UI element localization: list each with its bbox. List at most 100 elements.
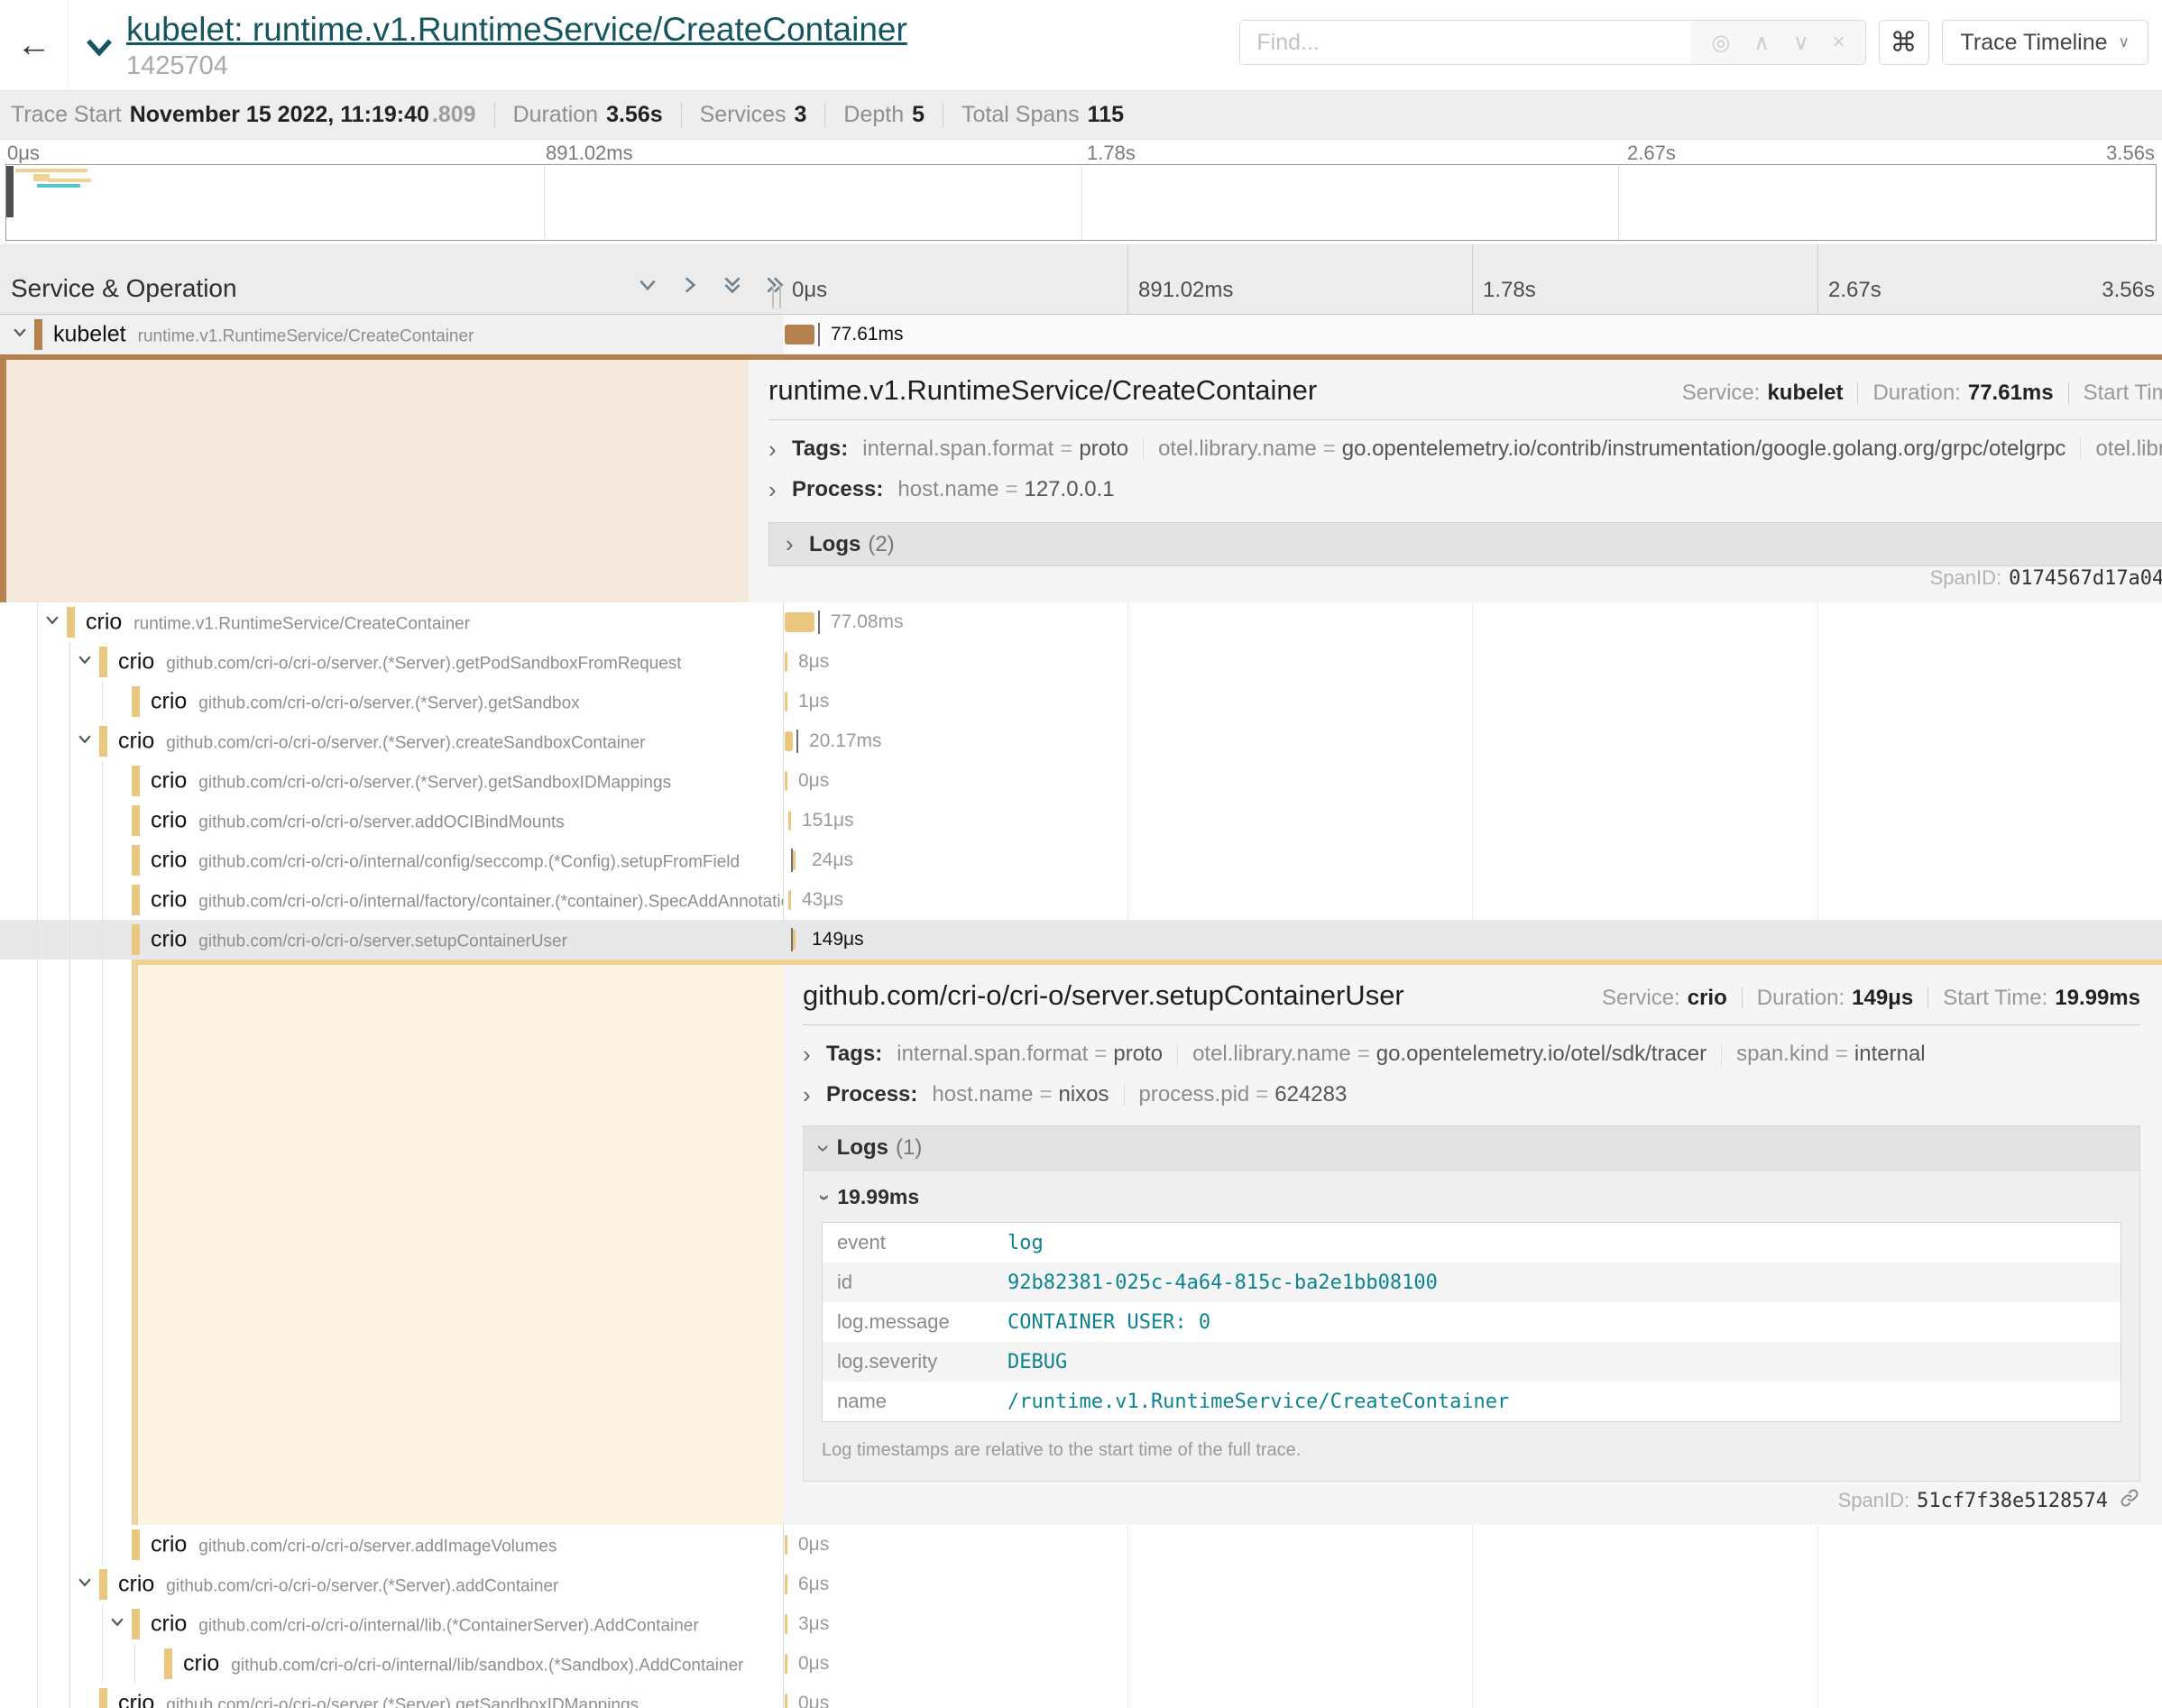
back-button[interactable]: ← (0, 0, 69, 90)
span-duration-bar[interactable] (785, 1535, 787, 1555)
log-field-key: name (823, 1390, 1007, 1413)
chevron-down-icon[interactable] (108, 1613, 126, 1636)
span-duration-bar[interactable] (785, 1575, 787, 1594)
span-timeline-cell[interactable]: 0μs (783, 1644, 2162, 1684)
span-timeline-cell[interactable]: 3μs (783, 1604, 2162, 1644)
chevron-down-icon[interactable] (76, 1574, 94, 1596)
link-icon[interactable] (2119, 1487, 2140, 1514)
span-timeline-cell[interactable]: 43μs (783, 880, 2162, 920)
span-timeline-cell[interactable]: 0μs (783, 1684, 2162, 1708)
log-entry-toggle[interactable]: › 19.99ms (822, 1185, 2121, 1209)
span-row[interactable]: crio github.com/cri-o/cri-o/server.addIm… (0, 1525, 2162, 1565)
timeline-minimap[interactable]: 0μs891.02ms1.78s2.67s3.56s (0, 140, 2162, 244)
logs-collapsed-bar[interactable]: › Logs (2) (768, 522, 2162, 566)
span-timeline-cell[interactable]: 0μs (783, 761, 2162, 801)
chevron-down-icon[interactable] (76, 651, 94, 674)
locate-icon[interactable]: ◎ (1711, 30, 1730, 56)
span-timeline-cell[interactable]: 77.61ms (783, 315, 2162, 354)
span-duration-bar[interactable] (793, 850, 796, 870)
span-row[interactable]: crio runtime.v1.RuntimeService/CreateCon… (0, 602, 2162, 642)
span-duration-bar[interactable] (788, 811, 791, 831)
trace-title-link[interactable]: kubelet: runtime.v1.RuntimeService/Creat… (126, 11, 907, 50)
span-duration-bar[interactable] (785, 1654, 787, 1674)
span-name-cell[interactable]: crio github.com/cri-o/cri-o/server.(*Ser… (0, 721, 783, 761)
span-name-cell[interactable]: crio github.com/cri-o/cri-o/server.(*Ser… (0, 1565, 783, 1604)
indent-guide (102, 1644, 103, 1684)
span-name-cell[interactable]: crio github.com/cri-o/cri-o/internal/con… (0, 840, 783, 880)
span-duration-bar[interactable] (788, 890, 791, 910)
span-timeline-cell[interactable]: 149μs (783, 920, 2162, 960)
span-name-cell[interactable]: crio github.com/cri-o/cri-o/server.(*Ser… (0, 642, 783, 682)
span-row[interactable]: crio github.com/cri-o/cri-o/server.(*Ser… (0, 721, 2162, 761)
span-timeline-cell[interactable]: 0μs (783, 1525, 2162, 1565)
span-row[interactable]: crio github.com/cri-o/cri-o/server.addOC… (0, 801, 2162, 840)
span-row[interactable]: crio github.com/cri-o/cri-o/server.(*Ser… (0, 642, 2162, 682)
collapse-trace-chevron-icon[interactable] (85, 36, 114, 62)
service-name: crio (118, 1572, 154, 1598)
span-row[interactable]: crio github.com/cri-o/cri-o/internal/lib… (0, 1644, 2162, 1684)
logs-header-bar[interactable]: › Logs (1) (804, 1126, 2139, 1171)
span-name-cell[interactable]: crio github.com/cri-o/cri-o/internal/fac… (0, 880, 783, 920)
tags-row[interactable]: › Tags: internal.span.format=protootel.l… (768, 435, 2162, 464)
span-name-cell[interactable]: crio github.com/cri-o/cri-o/internal/lib… (0, 1604, 783, 1644)
chevron-down-icon[interactable] (11, 324, 29, 346)
keyboard-shortcuts-button[interactable]: ⌘ (1879, 20, 1929, 65)
span-timeline-cell[interactable]: 151μs (783, 801, 2162, 840)
find-input[interactable] (1240, 21, 1691, 64)
next-result-icon[interactable]: ∨ (1793, 30, 1809, 56)
span-row[interactable]: crio github.com/cri-o/cri-o/internal/fac… (0, 880, 2162, 920)
span-timeline-cell[interactable]: 6μs (783, 1565, 2162, 1604)
span-duration-bar[interactable] (785, 771, 787, 791)
tags-row[interactable]: › Tags: internal.span.format=protootel.l… (803, 1040, 2140, 1069)
span-row[interactable]: kubelet runtime.v1.RuntimeService/Create… (0, 315, 2162, 354)
minimap-canvas[interactable] (5, 164, 2157, 241)
span-timeline-cell[interactable]: 1μs (783, 682, 2162, 721)
span-duration-bar[interactable] (785, 325, 814, 344)
expand-one-icon[interactable] (678, 273, 702, 301)
span-name-cell[interactable]: crio github.com/cri-o/cri-o/server.(*Ser… (0, 761, 783, 801)
span-row[interactable]: crio github.com/cri-o/cri-o/server.(*Ser… (0, 761, 2162, 801)
process-row[interactable]: › Process: host.name=127.0.0.1 (768, 475, 2162, 504)
view-selector-button[interactable]: Trace Timeline ∨ (1942, 20, 2148, 65)
span-name-cell[interactable]: crio github.com/cri-o/cri-o/server.(*Ser… (0, 1684, 783, 1708)
span-row[interactable]: crio github.com/cri-o/cri-o/internal/con… (0, 840, 2162, 880)
span-timeline-cell[interactable]: 24μs (783, 840, 2162, 880)
span-timeline-cell[interactable]: 8μs (783, 642, 2162, 682)
process-row[interactable]: › Process: host.name=nixosprocess.pid=62… (803, 1080, 2140, 1109)
chevron-right-icon: › (803, 1041, 826, 1069)
prev-result-icon[interactable]: ∧ (1753, 30, 1770, 56)
span-duration-bar[interactable] (785, 692, 787, 712)
span-name-cell[interactable]: crio github.com/cri-o/cri-o/server.addOC… (0, 801, 783, 840)
collapse-one-icon[interactable] (636, 273, 659, 301)
span-duration-bar[interactable] (785, 1614, 787, 1634)
span-timeline-cell[interactable]: 77.08ms (783, 602, 2162, 642)
span-duration-bar[interactable] (785, 1694, 787, 1708)
collapse-all-icon[interactable] (721, 273, 744, 301)
operation-name: github.com/cri-o/cri-o/server.(*Server).… (166, 1696, 639, 1708)
span-name-cell[interactable]: crio github.com/cri-o/cri-o/server.setup… (0, 920, 783, 960)
span-name-cell[interactable]: kubelet runtime.v1.RuntimeService/Create… (0, 315, 783, 354)
minimap-drag-handle[interactable] (6, 166, 14, 217)
span-name-cell[interactable]: crio github.com/cri-o/cri-o/internal/lib… (0, 1644, 783, 1684)
span-row[interactable]: crio github.com/cri-o/cri-o/internal/lib… (0, 1604, 2162, 1644)
span-duration-bar[interactable] (785, 652, 787, 672)
span-duration-bar[interactable] (785, 612, 814, 632)
span-row[interactable]: crio github.com/cri-o/cri-o/server.(*Ser… (0, 1565, 2162, 1604)
span-duration-label: 77.08ms (831, 611, 904, 633)
span-duration-bar[interactable] (793, 930, 796, 950)
tag-value: internal (1854, 1042, 1926, 1067)
span-name-cell[interactable]: crio runtime.v1.RuntimeService/CreateCon… (0, 602, 783, 642)
indent-guide (37, 960, 38, 1525)
chevron-down-icon[interactable] (76, 730, 94, 753)
chevron-down-icon[interactable] (43, 611, 61, 634)
span-row[interactable]: crio github.com/cri-o/cri-o/server.setup… (0, 920, 2162, 960)
column-resizer[interactable] (772, 285, 781, 308)
clear-icon[interactable]: × (1833, 30, 1845, 55)
span-row[interactable]: crio github.com/cri-o/cri-o/server.(*Ser… (0, 682, 2162, 721)
span-name-cell[interactable]: crio github.com/cri-o/cri-o/server.(*Ser… (0, 682, 783, 721)
service-name: crio (151, 887, 187, 914)
span-row[interactable]: crio github.com/cri-o/cri-o/server.(*Ser… (0, 1684, 2162, 1708)
span-name-cell[interactable]: crio github.com/cri-o/cri-o/server.addIm… (0, 1525, 783, 1565)
span-timeline-cell[interactable]: 20.17ms (783, 721, 2162, 761)
span-duration-bar[interactable] (785, 731, 793, 751)
